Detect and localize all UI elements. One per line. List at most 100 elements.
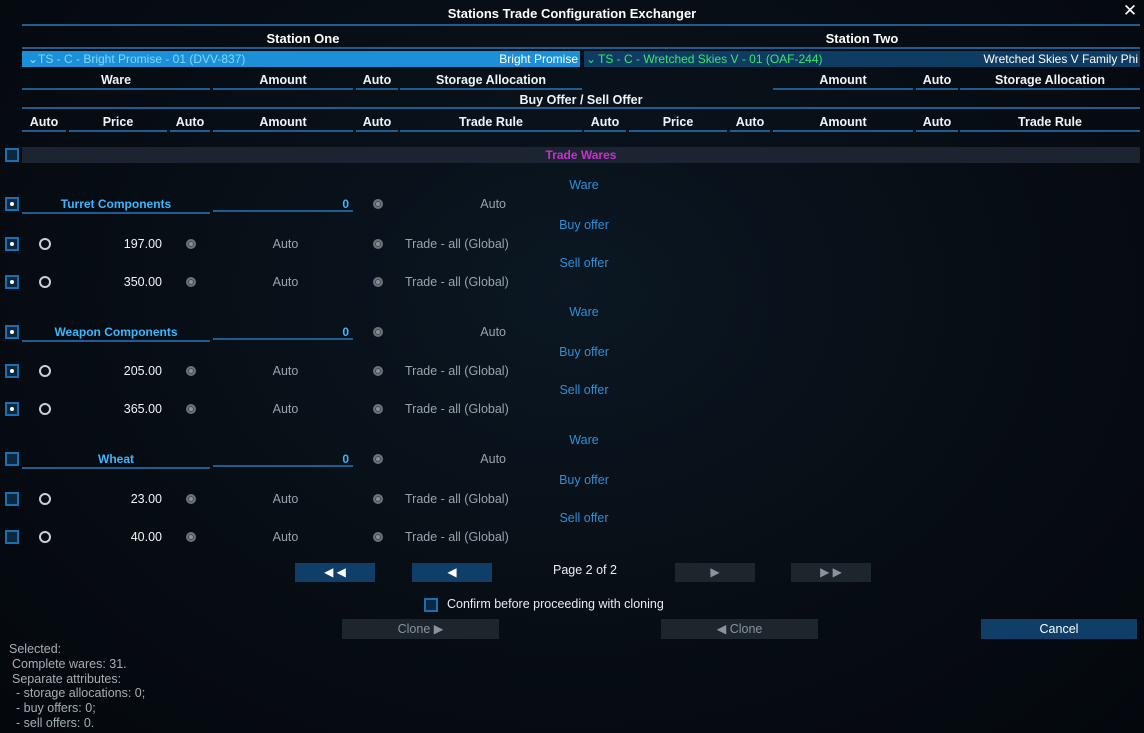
buy-offer-checkbox[interactable] <box>5 364 19 378</box>
next-page-button[interactable]: ▶ <box>675 563 755 582</box>
header-storage-1: Storage Allocation <box>400 72 582 90</box>
price-auto-radio[interactable] <box>39 276 51 288</box>
station-one-label: Station One <box>266 31 340 46</box>
cancel-button[interactable]: Cancel <box>981 619 1137 639</box>
sell-price[interactable]: 350.00 <box>69 275 162 289</box>
header-ware: Ware <box>22 72 210 90</box>
summary-selected: Selected: <box>9 642 62 656</box>
buy-trade-rule: Trade - all (Global) <box>405 492 509 506</box>
offer-divider <box>22 107 1140 109</box>
close-icon[interactable]: ✕ <box>1120 1 1140 21</box>
header-trade-rule-1: Trade Rule <box>400 114 582 132</box>
sell-trade-rule: Trade - all (Global) <box>405 402 509 416</box>
sell-price[interactable]: 365.00 <box>69 402 162 416</box>
clone-to-station-two-button[interactable]: Clone ▶ <box>342 619 499 639</box>
buy-amount: Auto <box>272 237 299 251</box>
storage-value: Auto <box>480 452 506 466</box>
price-auto-radio[interactable] <box>39 403 51 415</box>
header-auto-amount-1: Auto <box>170 114 210 132</box>
rule-auto-radio[interactable] <box>373 404 383 414</box>
group-checkbox[interactable] <box>5 452 19 466</box>
group-name: Turret Components <box>22 196 210 214</box>
buy-offer-checkbox[interactable] <box>5 492 19 506</box>
amount-auto-radio[interactable] <box>186 404 196 414</box>
storage-auto-radio[interactable] <box>373 454 383 464</box>
station-two-name: Wretched Skies V Family Phi <box>983 52 1139 66</box>
header-offer-amount-1: Amount <box>213 114 353 132</box>
prev-page-button[interactable]: ◀ <box>412 563 492 582</box>
header-trade-rule-2: Trade Rule <box>960 114 1140 132</box>
storage-value: Auto <box>480 325 506 339</box>
price-auto-radio[interactable] <box>39 365 51 377</box>
header-offer: Buy Offer / Sell Offer <box>519 93 643 107</box>
group-checkbox[interactable] <box>5 197 19 211</box>
chevron-down-icon: ⌄ <box>28 52 39 66</box>
header-auto-1: Auto <box>356 72 398 90</box>
header-storage-2: Storage Allocation <box>960 72 1140 90</box>
sell-offer-checkbox[interactable] <box>5 402 19 416</box>
sell-offer-checkbox[interactable] <box>5 275 19 289</box>
sell-amount: Auto <box>272 402 299 416</box>
buy-price[interactable]: 205.00 <box>69 364 162 378</box>
summary-complete: Complete wares: 31. <box>12 657 127 671</box>
station-two-selected: TS - C - Wretched Skies V - 01 (OAF-244) <box>598 52 823 66</box>
chevron-down-icon: ⌄ <box>586 52 597 66</box>
station-one-name: Bright Promise <box>499 52 578 66</box>
summary-storage: - storage allocations: 0; <box>16 686 146 700</box>
type-label-ware: Ware <box>569 433 599 447</box>
price-auto-radio[interactable] <box>39 531 51 543</box>
type-label-buy: Buy offer <box>559 218 609 232</box>
type-label-ware: Ware <box>569 305 599 319</box>
type-label-buy: Buy offer <box>559 473 609 487</box>
sell-price[interactable]: 40.00 <box>69 530 162 544</box>
rule-auto-radio[interactable] <box>373 494 383 504</box>
storage-auto-radio[interactable] <box>373 327 383 337</box>
amount-auto-radio[interactable] <box>186 239 196 249</box>
amount-auto-radio[interactable] <box>186 532 196 542</box>
group-name: Wheat <box>22 451 210 469</box>
rule-auto-radio[interactable] <box>373 277 383 287</box>
buy-price[interactable]: 197.00 <box>69 237 162 251</box>
amount-auto-radio[interactable] <box>186 277 196 287</box>
rule-auto-radio[interactable] <box>373 239 383 249</box>
type-label-sell: Sell offer <box>559 383 609 397</box>
page-indicator: Page 2 of 2 <box>553 563 617 577</box>
buy-trade-rule: Trade - all (Global) <box>405 364 509 378</box>
station-one-dropdown[interactable]: ⌄ TS - C - Bright Promise - 01 (DVV-837)… <box>22 51 580 67</box>
sell-amount: Auto <box>272 275 299 289</box>
price-auto-radio[interactable] <box>39 493 51 505</box>
rule-auto-radio[interactable] <box>373 366 383 376</box>
confirm-label: Confirm before proceeding with cloning <box>447 597 664 611</box>
last-page-button[interactable]: ▶ ▶ <box>791 563 871 582</box>
storage-value: Auto <box>480 197 506 211</box>
header-auto-price-2: Auto <box>584 114 626 132</box>
group-checkbox[interactable] <box>5 325 19 339</box>
summary-separate: Separate attributes: <box>12 672 122 686</box>
buy-amount: Auto <box>272 364 299 378</box>
group-amount[interactable]: 0 <box>213 451 353 467</box>
group-name: Weapon Components <box>22 324 210 342</box>
buy-amount: Auto <box>272 492 299 506</box>
header-price-2: Price <box>629 114 727 132</box>
group-amount[interactable]: 0 <box>213 196 353 212</box>
station-two-dropdown[interactable]: ⌄ TS - C - Wretched Skies V - 01 (OAF-24… <box>584 51 1140 67</box>
buy-offer-checkbox[interactable] <box>5 237 19 251</box>
buy-price[interactable]: 23.00 <box>69 492 162 506</box>
station-divider <box>22 47 1140 49</box>
group-amount[interactable]: 0 <box>213 324 353 340</box>
sell-offer-checkbox[interactable] <box>5 530 19 544</box>
rule-auto-radio[interactable] <box>373 532 383 542</box>
amount-auto-radio[interactable] <box>186 494 196 504</box>
header-auto-rule-2: Auto <box>916 114 958 132</box>
header-offer-amount-2: Amount <box>773 114 913 132</box>
type-label-sell: Sell offer <box>559 511 609 525</box>
confirm-checkbox[interactable] <box>424 598 438 612</box>
first-page-button[interactable]: ◀ ◀ <box>295 563 375 582</box>
header-auto-rule-1: Auto <box>356 114 398 132</box>
price-auto-radio[interactable] <box>39 238 51 250</box>
header-auto-amount-2: Auto <box>730 114 770 132</box>
amount-auto-radio[interactable] <box>186 366 196 376</box>
clone-to-station-one-button[interactable]: ◀ Clone <box>661 619 818 639</box>
trade-wares-checkbox[interactable] <box>5 148 19 162</box>
storage-auto-radio[interactable] <box>373 199 383 209</box>
